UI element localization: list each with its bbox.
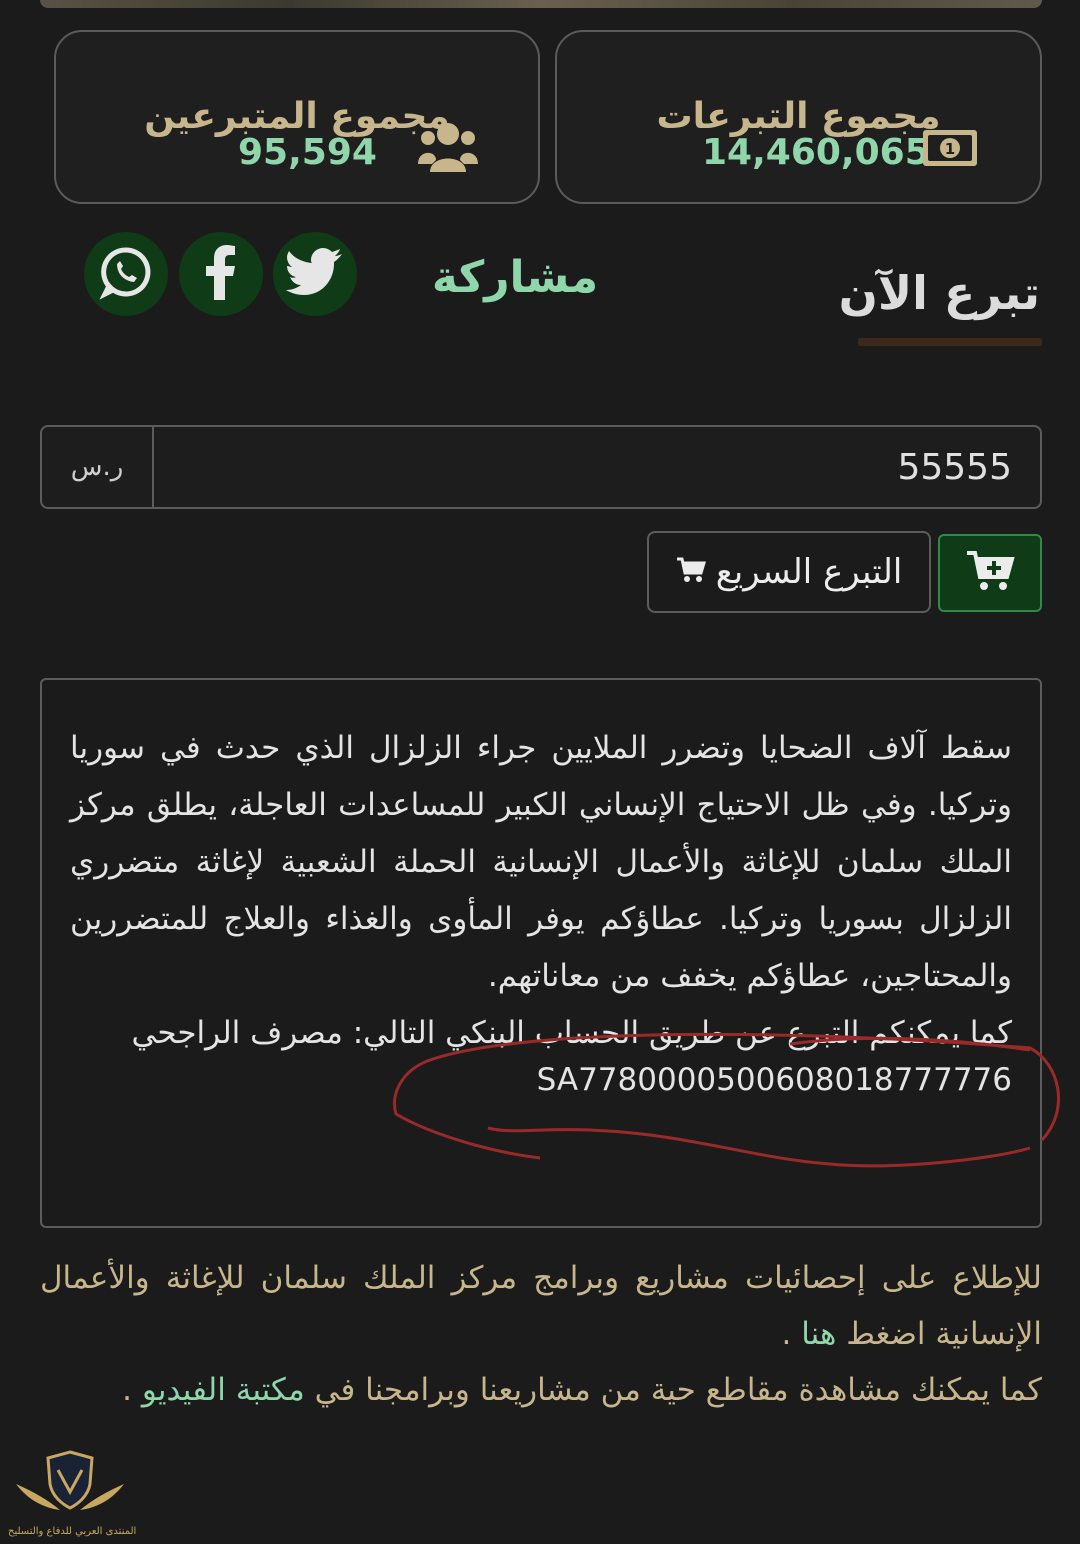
stats-period: . xyxy=(781,1316,792,1352)
twitter-share-button[interactable] xyxy=(273,232,357,316)
stats-paragraph: للإطلاع على إحصائيات مشاريع وبرامج مركز … xyxy=(40,1250,1042,1362)
add-to-cart-button[interactable] xyxy=(938,534,1042,612)
svg-text:1: 1 xyxy=(945,140,955,158)
video-period: . xyxy=(122,1372,132,1408)
banknote-icon: 1 xyxy=(921,128,979,172)
stats-text: للإطلاع على إحصائيات مشاريع وبرامج مركز … xyxy=(40,1260,1042,1352)
donation-amount-group: ر.س xyxy=(40,425,1042,509)
users-icon xyxy=(418,120,478,178)
total-donations-value: 14,460,065 xyxy=(702,132,930,173)
whatsapp-icon xyxy=(98,244,154,304)
facebook-icon xyxy=(201,244,241,304)
total-donors-card: مجموع المتبرعين 95,594 xyxy=(54,30,540,204)
video-library-paragraph: كما يمكنك مشاهدة مقاطع حية من مشاريعنا و… xyxy=(40,1362,1042,1418)
hero-image-edge xyxy=(40,0,1042,8)
heading-underline xyxy=(858,338,1042,346)
facebook-share-button[interactable] xyxy=(179,232,263,316)
hand-drawn-circle-annotation xyxy=(393,1032,1061,1168)
whatsapp-share-button[interactable] xyxy=(84,232,168,316)
total-donations-card: مجموع التبرعات 14,460,065 1 xyxy=(555,30,1042,204)
watermark-text: المنتدى العربي للدفاع والتسليح xyxy=(8,1526,137,1537)
cart-icon xyxy=(676,552,706,592)
stats-link[interactable]: هنا xyxy=(801,1316,836,1352)
quick-donate-label: التبرع السريع xyxy=(715,552,903,592)
donation-amount-input[interactable] xyxy=(154,427,1034,507)
description-paragraph: سقط آلاف الضحايا وتضرر الملايين جراء الز… xyxy=(70,730,1012,994)
total-donors-value: 95,594 xyxy=(238,132,377,173)
quick-donate-button[interactable]: التبرع السريع xyxy=(647,531,931,613)
share-label: مشاركة xyxy=(431,252,599,303)
video-text: كما يمكنك مشاهدة مقاطع حية من مشاريعنا و… xyxy=(314,1372,1042,1408)
donate-now-heading: تبرع الآن xyxy=(838,266,1040,320)
description-text: سقط آلاف الضحايا وتضرر الملايين جراء الز… xyxy=(70,720,1012,1062)
cart-plus-icon xyxy=(965,549,1015,597)
currency-addon: ر.س xyxy=(42,427,154,507)
video-library-link[interactable]: مكتبة الفيديو xyxy=(142,1372,305,1408)
twitter-icon xyxy=(286,248,344,300)
